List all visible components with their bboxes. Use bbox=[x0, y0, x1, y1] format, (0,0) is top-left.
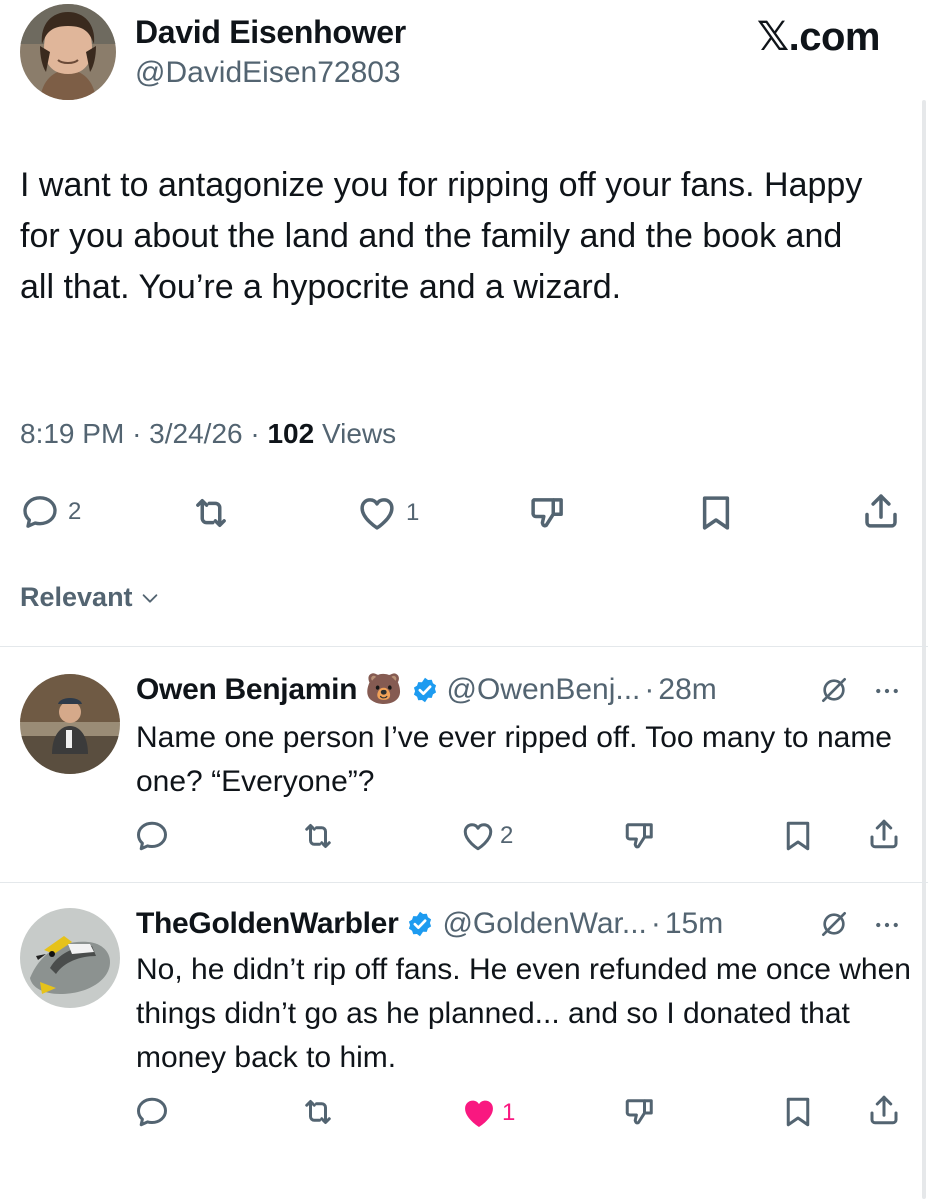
dislike-icon bbox=[527, 492, 569, 534]
bookmark-icon bbox=[780, 818, 816, 854]
scrollbar[interactable] bbox=[918, 0, 928, 1199]
reply-button[interactable]: 2 bbox=[20, 492, 81, 532]
reply-avatar[interactable] bbox=[20, 908, 120, 1008]
tweet-text: I want to antagonize you for ripping off… bbox=[20, 166, 863, 306]
heart-icon bbox=[460, 818, 496, 854]
scrollbar-thumb[interactable] bbox=[922, 100, 926, 1199]
reply-author-handle[interactable]: @GoldenWar... bbox=[442, 907, 646, 941]
retweet-button[interactable] bbox=[300, 818, 336, 854]
bookmark-button[interactable] bbox=[780, 818, 816, 854]
share-icon bbox=[866, 816, 902, 852]
bookmark-icon bbox=[695, 492, 737, 534]
reply-action-bar: 1 bbox=[0, 1092, 928, 1142]
retweet-icon bbox=[300, 1094, 336, 1130]
like-button[interactable]: 1 bbox=[460, 1094, 515, 1132]
retweet-icon bbox=[300, 818, 336, 854]
dislike-icon bbox=[622, 1094, 658, 1130]
like-count: 1 bbox=[502, 1099, 516, 1126]
share-icon bbox=[866, 1092, 902, 1128]
share-icon bbox=[860, 490, 902, 532]
more-options-icon[interactable] bbox=[872, 910, 902, 940]
retweet-button[interactable] bbox=[190, 492, 232, 534]
share-button[interactable] bbox=[866, 1092, 902, 1128]
tweet-meta: 8:19 PM · 3/24/26 · 102 Views bbox=[20, 418, 396, 450]
dislike-icon bbox=[622, 818, 658, 854]
dislike-button[interactable] bbox=[527, 492, 569, 534]
dislike-button[interactable] bbox=[622, 1094, 658, 1130]
views-count: 102 bbox=[267, 418, 315, 449]
x-logo-icon: 𝕏 bbox=[756, 14, 789, 60]
reply-author-handle[interactable]: @OwenBenj... bbox=[447, 673, 641, 707]
like-button[interactable]: 2 bbox=[460, 818, 513, 854]
reply-header: TheGoldenWarbler @GoldenWar... · 15m bbox=[136, 904, 723, 944]
like-button[interactable]: 1 bbox=[356, 492, 419, 534]
reply-count: 2 bbox=[68, 498, 82, 525]
like-count: 2 bbox=[500, 822, 514, 849]
reply-author-name[interactable]: Owen Benjamin bbox=[136, 673, 357, 707]
verified-badge-icon bbox=[406, 910, 434, 938]
share-button[interactable] bbox=[860, 490, 902, 532]
dislike-button[interactable] bbox=[622, 818, 658, 854]
retweet-icon bbox=[190, 492, 232, 534]
reply-button[interactable] bbox=[134, 1094, 170, 1130]
reply-separator: · bbox=[650, 907, 661, 940]
tweet-date[interactable]: 3/24/26 bbox=[149, 418, 242, 449]
divider bbox=[0, 646, 928, 647]
heart-filled-icon bbox=[460, 1094, 498, 1132]
bear-emoji: 🐻 bbox=[365, 673, 403, 706]
reply-icon bbox=[134, 1094, 170, 1130]
reply-text: No, he didn’t rip off fans. He even refu… bbox=[136, 953, 911, 1074]
reply-text: Name one person I’ve ever ripped off. To… bbox=[136, 721, 892, 798]
retweet-button[interactable] bbox=[300, 1094, 336, 1130]
grok-icon[interactable] bbox=[818, 674, 850, 706]
author-name[interactable]: David Eisenhower bbox=[135, 14, 406, 51]
reply-button[interactable] bbox=[134, 818, 170, 854]
tweet-action-bar: 2 1 bbox=[0, 488, 928, 538]
reply-action-bar: 2 bbox=[0, 816, 928, 866]
share-button[interactable] bbox=[866, 816, 902, 852]
chevron-down-icon bbox=[139, 587, 161, 609]
bookmark-button[interactable] bbox=[695, 492, 737, 534]
reply-time[interactable]: 28m bbox=[658, 673, 716, 707]
sort-dropdown[interactable]: Relevant bbox=[20, 582, 161, 613]
sort-label: Relevant bbox=[20, 582, 133, 612]
divider bbox=[0, 882, 928, 883]
bookmark-icon bbox=[780, 1094, 816, 1130]
reply-separator: · bbox=[644, 673, 655, 706]
heart-icon bbox=[356, 492, 398, 534]
tweet-time[interactable]: 8:19 PM bbox=[20, 418, 124, 449]
grok-icon[interactable] bbox=[818, 908, 850, 940]
reply-author-name[interactable]: TheGoldenWarbler bbox=[136, 907, 399, 941]
verified-badge-icon bbox=[411, 676, 439, 704]
author-avatar[interactable] bbox=[20, 4, 116, 100]
more-options-icon[interactable] bbox=[872, 676, 902, 706]
bookmark-button[interactable] bbox=[780, 1094, 816, 1130]
reply-icon bbox=[20, 492, 60, 532]
brand-logo: 𝕏.com bbox=[756, 14, 881, 60]
views-label: Views bbox=[321, 418, 397, 449]
brand-suffix: .com bbox=[788, 15, 881, 59]
meta-separator: · bbox=[132, 418, 142, 449]
reply-header: Owen Benjamin 🐻 @OwenBenj... · 28m bbox=[136, 670, 717, 710]
meta-separator: · bbox=[250, 418, 260, 449]
reply-avatar[interactable] bbox=[20, 674, 120, 774]
reply-icon bbox=[134, 818, 170, 854]
reply-time[interactable]: 15m bbox=[665, 907, 723, 941]
like-count: 1 bbox=[406, 499, 420, 526]
author-handle[interactable]: @DavidEisen72803 bbox=[135, 56, 401, 90]
